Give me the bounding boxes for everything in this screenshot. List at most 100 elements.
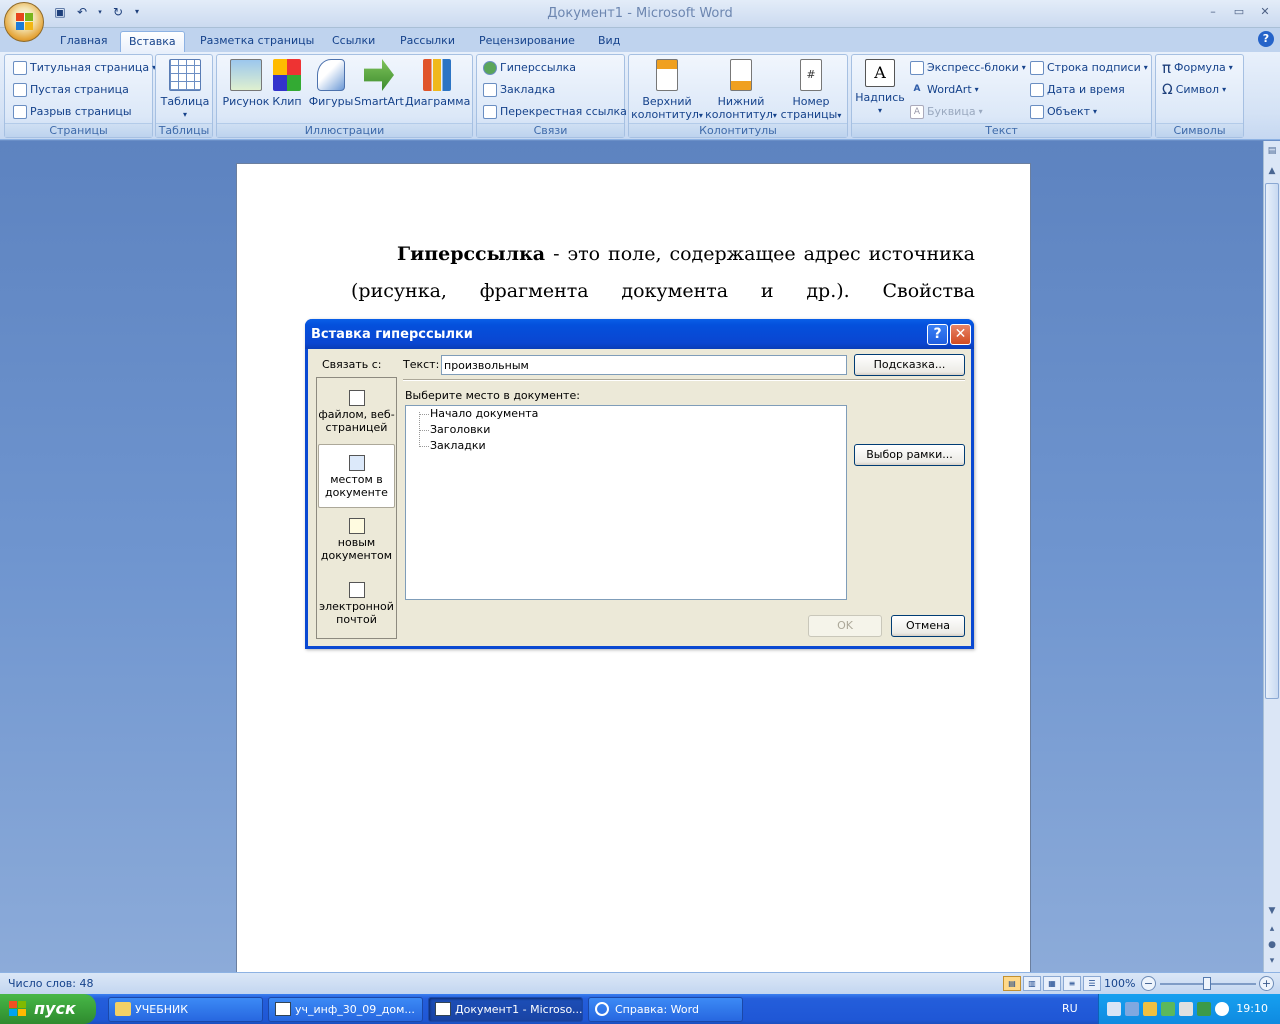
ok-button[interactable]: OK <box>808 615 882 637</box>
hyperlink-button[interactable]: Гиперссылка <box>483 59 576 77</box>
symbol-button[interactable]: Ω Символ ▾ <box>1162 81 1226 99</box>
maximize-icon[interactable]: ▭ <box>1230 4 1248 20</box>
help-icon[interactable]: ? <box>1258 31 1274 47</box>
minimize-icon[interactable]: – <box>1204 4 1222 20</box>
device-icon[interactable] <box>1179 1002 1193 1016</box>
update-icon[interactable] <box>1197 1002 1211 1016</box>
tree-item-headings[interactable]: Заголовки <box>430 423 490 436</box>
target-frame-button[interactable]: Выбор рамки... <box>854 444 965 466</box>
dialog-close-icon[interactable]: ✕ <box>950 324 971 345</box>
footer-icon <box>730 59 752 91</box>
language-indicator[interactable]: RU <box>1062 1002 1078 1015</box>
dialog-title: Вставка гиперссылки <box>311 327 473 342</box>
word-count[interactable]: Число слов: 48 <box>8 977 94 990</box>
equation-button[interactable]: π Формула ▾ <box>1162 59 1233 77</box>
security-icon[interactable] <box>1143 1002 1157 1016</box>
cross-reference-icon <box>483 105 497 119</box>
document-place-tree[interactable]: Начало документа Заголовки Закладки <box>405 405 847 600</box>
display-icon[interactable] <box>1125 1002 1139 1016</box>
zoom-slider-knob[interactable] <box>1203 977 1211 990</box>
link-existing-file-label-2: страницей <box>325 421 388 434</box>
zoom-in-icon[interactable]: + <box>1259 976 1274 991</box>
link-existing-file[interactable]: файлом, веб- страницей <box>318 390 395 434</box>
clock: 19:10 <box>1236 1002 1268 1015</box>
date-time-button[interactable]: Дата и время <box>1030 81 1125 99</box>
dropcap-icon: A <box>910 105 924 119</box>
dialog-help-icon[interactable]: ? <box>927 324 948 345</box>
web-layout-icon[interactable]: ▦ <box>1043 976 1061 991</box>
display-text-input[interactable] <box>441 355 847 375</box>
ruler-toggle-icon[interactable]: ▤ <box>1264 143 1280 159</box>
blank-page-button[interactable]: Пустая страница <box>13 81 129 99</box>
wordart-button[interactable]: A WordArt ▾ <box>910 81 979 99</box>
page-number-button[interactable]: # Номер страницы▾ <box>779 57 843 123</box>
tab-insert[interactable]: Вставка <box>120 31 185 52</box>
tab-mailings[interactable]: Рассылки <box>392 31 463 52</box>
dialog-title-bar[interactable]: Вставка гиперссылки ? ✕ <box>305 319 974 349</box>
clipart-button[interactable]: Клип <box>263 57 311 123</box>
scroll-up-icon[interactable]: ▲ <box>1264 163 1280 179</box>
tab-review[interactable]: Рецензирование <box>471 31 583 52</box>
new-document-icon <box>348 518 365 534</box>
hyperlink-icon <box>483 61 497 75</box>
tree-item-top[interactable]: Начало документа <box>430 407 538 420</box>
textbox-button[interactable]: A Надпись ▾ <box>854 57 906 123</box>
place-in-document-icon <box>348 455 365 471</box>
office-button[interactable] <box>4 2 44 42</box>
cover-page-button[interactable]: Титульная страница▾ <box>13 59 156 77</box>
print-layout-icon[interactable]: ▤ <box>1003 976 1021 991</box>
page-break-button[interactable]: Разрыв страницы <box>13 103 132 121</box>
bold-term: Гиперссылка <box>397 243 546 265</box>
link-new-document[interactable]: новым документом <box>318 518 395 562</box>
cancel-button[interactable]: Отмена <box>891 615 965 637</box>
vertical-scrollbar[interactable]: ▤ ▲ ▼ ▴ ● ▾ <box>1263 141 1280 972</box>
link-email-label-1: электронной <box>319 600 394 613</box>
task-folder[interactable]: УЧЕБНИК <box>108 997 263 1022</box>
draft-icon[interactable]: ☰ <box>1083 976 1101 991</box>
omega-icon: Ω <box>1162 82 1173 98</box>
footer-button[interactable]: Нижний колонтитул▾ <box>705 57 777 123</box>
cross-reference-button[interactable]: Перекрестная ссылка <box>483 103 627 121</box>
zoom-out-icon[interactable]: − <box>1141 976 1156 991</box>
task-document1[interactable]: Документ1 - Microso... <box>428 997 583 1022</box>
full-screen-reading-icon[interactable]: ▥ <box>1023 976 1041 991</box>
tab-home[interactable]: Главная <box>52 31 116 52</box>
quick-parts-button[interactable]: Экспресс-блоки ▾ <box>910 59 1026 77</box>
start-button[interactable]: пуск <box>0 994 96 1024</box>
group-label-header-footer: Колонтитулы <box>629 123 847 137</box>
screentip-button[interactable]: Подсказка... <box>854 354 965 376</box>
link-place-in-document[interactable]: местом в документе <box>318 444 395 508</box>
smartart-button[interactable]: SmartArt <box>353 57 405 123</box>
group-illustrations: Рисунок Клип Фигуры SmartArt Диаграмма И… <box>216 54 473 138</box>
outline-icon[interactable]: ≡ <box>1063 976 1081 991</box>
date-time-label: Дата и время <box>1047 83 1125 96</box>
tab-view[interactable]: Вид <box>590 31 628 52</box>
previous-page-icon[interactable]: ▴ <box>1264 921 1280 937</box>
link-email-address[interactable]: электронной почтой <box>318 582 395 626</box>
scroll-thumb[interactable] <box>1265 183 1279 699</box>
volume-icon[interactable] <box>1215 1002 1229 1016</box>
dropcap-button[interactable]: A Буквица ▾ <box>910 103 983 121</box>
task-word-doc[interactable]: уч_инф_30_09_дом... <box>268 997 423 1022</box>
signature-line-button[interactable]: Строка подписи ▾ <box>1030 59 1148 77</box>
antivirus-icon[interactable] <box>1161 1002 1175 1016</box>
close-icon[interactable]: ✕ <box>1256 4 1274 20</box>
scroll-down-icon[interactable]: ▼ <box>1264 903 1280 919</box>
object-button[interactable]: Объект ▾ <box>1030 103 1097 121</box>
task-help[interactable]: Справка: Word <box>588 997 743 1022</box>
link-to-bar: файлом, веб- страницей местом в документ… <box>316 377 397 639</box>
zoom-level[interactable]: 100% <box>1104 977 1135 990</box>
shapes-button[interactable]: Фигуры <box>305 57 357 123</box>
footer-label-2: колонтитул <box>705 108 773 121</box>
tab-references[interactable]: Ссылки <box>324 31 383 52</box>
tab-page-layout[interactable]: Разметка страницы <box>192 31 322 52</box>
network-icon[interactable] <box>1107 1002 1121 1016</box>
bookmark-button[interactable]: Закладка <box>483 81 555 99</box>
table-button[interactable]: Таблица ▾ <box>158 57 212 123</box>
chart-button[interactable]: Диаграмма <box>405 57 470 123</box>
link-place-label-1: местом в <box>330 473 383 486</box>
tree-item-bookmarks[interactable]: Закладки <box>430 439 486 452</box>
next-page-icon[interactable]: ▾ <box>1264 953 1280 969</box>
browse-object-icon[interactable]: ● <box>1264 937 1280 953</box>
header-button[interactable]: Верхний колонтитул▾ <box>631 57 703 123</box>
